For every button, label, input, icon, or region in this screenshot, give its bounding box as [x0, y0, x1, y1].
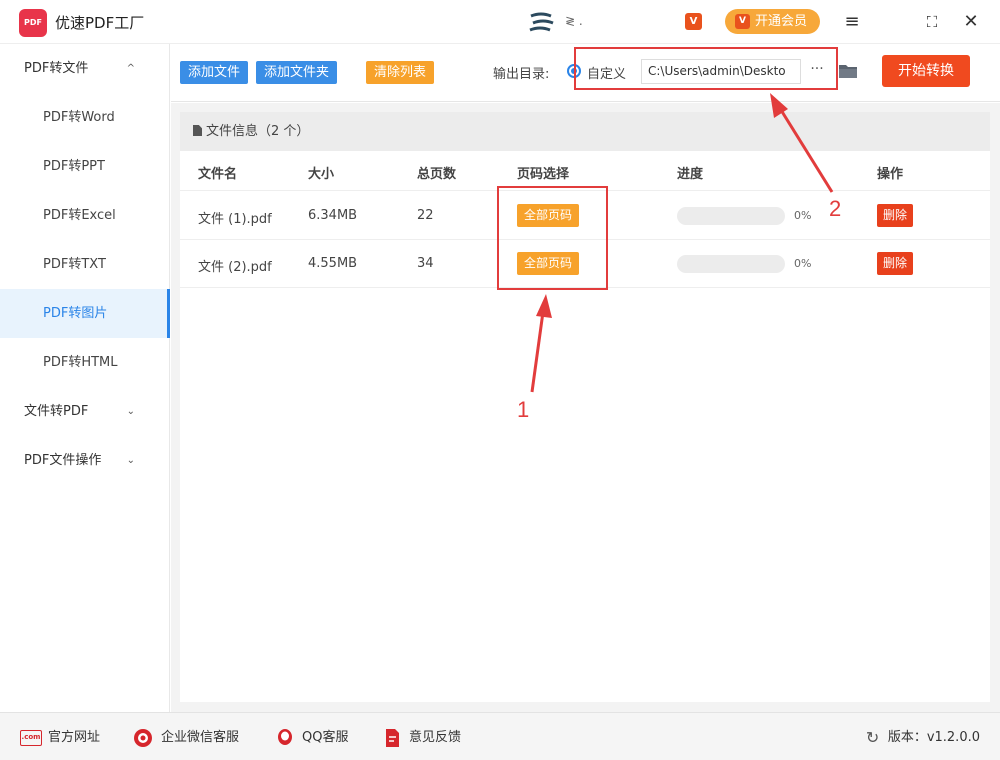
- column-header-page-select: 页码选择: [517, 167, 570, 182]
- sidebar-item-pdf-to-word[interactable]: PDF转Word: [0, 93, 169, 142]
- annotation-box-2: [574, 47, 838, 90]
- sidebar-item-pdf-to-txt[interactable]: PDF转TXT: [0, 240, 169, 289]
- sidebar-item-label: PDF转PPT: [43, 159, 105, 174]
- version-info: ↻ 版本：v1.2.0.0: [866, 728, 980, 748]
- wechat-support-label: 企业微信客服: [161, 730, 240, 745]
- feedback-link[interactable]: 意见反馈: [381, 728, 461, 748]
- file-info-header: 文件信息（2 个）: [180, 112, 990, 151]
- sidebar-group-label: PDF文件操作: [24, 453, 102, 468]
- file-pages: 22: [417, 208, 434, 223]
- sidebar-item-pdf-to-excel[interactable]: PDF转Excel: [0, 191, 169, 240]
- annotation-label-2: 2: [829, 196, 842, 221]
- output-dir-label: 输出目录:: [493, 67, 550, 82]
- progress-text: 0%: [794, 257, 812, 270]
- column-header-action: 操作: [877, 167, 904, 182]
- refresh-icon[interactable]: ↻: [866, 728, 879, 748]
- brand-logo-icon: [529, 12, 554, 32]
- sidebar-item-label: PDF转TXT: [43, 257, 106, 272]
- version-label: 版本：v1.2.0.0: [887, 730, 980, 745]
- sidebar-group-file-to-pdf[interactable]: 文件转PDF ⌄: [0, 387, 169, 436]
- qq-support-link[interactable]: QQ客服: [274, 728, 348, 748]
- official-website-label: 官方网址: [48, 730, 101, 745]
- clear-list-button[interactable]: 清除列表: [366, 61, 435, 84]
- progress-bar: [677, 255, 785, 273]
- feedback-icon: [386, 729, 399, 747]
- sidebar-item-label: PDF转Word: [43, 110, 115, 125]
- column-header-size: 大小: [308, 167, 335, 182]
- sidebar-item-pdf-to-image[interactable]: PDF转图片: [0, 289, 170, 338]
- sidebar-item-pdf-to-ppt[interactable]: PDF转PPT: [0, 142, 169, 191]
- sidebar-group-label: PDF转文件: [24, 61, 89, 76]
- close-icon[interactable]: ✕: [958, 9, 984, 35]
- website-icon: .com: [20, 730, 42, 746]
- sidebar-group-label: 文件转PDF: [24, 404, 89, 419]
- maximize-icon[interactable]: ⛶: [919, 9, 945, 35]
- file-size: 4.55MB: [308, 256, 358, 271]
- sidebar-item-label: PDF转HTML: [43, 355, 118, 370]
- open-membership-button[interactable]: V 开通会员: [725, 9, 820, 34]
- add-folder-button[interactable]: 添加文件夹: [256, 61, 338, 84]
- sidebar: PDF转文件 ^ PDF转Word PDF转PPT PDF转Excel PDF转…: [0, 44, 170, 712]
- column-header-filename: 文件名: [198, 167, 238, 182]
- app-title: 优速PDF工厂: [55, 14, 145, 32]
- chevron-down-icon: ⌄: [126, 455, 135, 466]
- file-name: 文件 (2).pdf: [198, 260, 272, 275]
- file-size: 6.34MB: [308, 208, 358, 223]
- chevron-up-icon: ^: [126, 63, 135, 74]
- vip-icon[interactable]: V: [685, 13, 702, 30]
- annotation-box-1: [497, 186, 608, 290]
- sidebar-item-label: PDF转图片: [43, 306, 108, 321]
- open-membership-label: 开通会员: [755, 14, 808, 29]
- vip-badge-icon: V: [735, 14, 750, 29]
- start-convert-button[interactable]: 开始转换: [882, 55, 970, 87]
- chevron-down-icon: ⌄: [126, 406, 135, 417]
- add-file-button[interactable]: 添加文件: [180, 61, 249, 84]
- wechat-support-link[interactable]: 企业微信客服: [133, 728, 239, 748]
- progress-bar: [677, 207, 785, 225]
- file-info-title: 文件信息（2 个）: [206, 124, 310, 139]
- file-name: 文件 (1).pdf: [198, 212, 272, 227]
- sidebar-group-pdf-operations[interactable]: PDF文件操作 ⌄: [0, 436, 169, 485]
- official-website-link[interactable]: .com 官方网址: [20, 728, 100, 748]
- delete-button[interactable]: 删除: [877, 204, 914, 227]
- sidebar-item-label: PDF转Excel: [43, 208, 116, 223]
- delete-button[interactable]: 删除: [877, 252, 914, 275]
- qq-support-label: QQ客服: [302, 730, 349, 745]
- feedback-label: 意见反馈: [409, 730, 462, 745]
- annotation-label-1: 1: [517, 397, 530, 422]
- menu-icon[interactable]: ≡: [839, 9, 865, 35]
- document-icon: [193, 125, 202, 136]
- sidebar-group-pdf-to-file[interactable]: PDF转文件 ^: [0, 44, 169, 93]
- sidebar-item-pdf-to-html[interactable]: PDF转HTML: [0, 338, 169, 387]
- app-logo: PDF: [19, 9, 47, 37]
- table-header: 文件名 大小 总页数 页码选择 进度 操作: [180, 151, 990, 191]
- qq-icon: [278, 729, 292, 745]
- progress-text: 0%: [794, 209, 812, 222]
- footer: .com 官方网址 企业微信客服 QQ客服 意见反馈 ↻ 版本：v1.2.0.0: [0, 712, 1000, 760]
- title-bar: PDF 优速PDF工厂 ≷ . V V 开通会员 ≡ ⛶ ✕: [0, 0, 1000, 44]
- brand-text: ≷ .: [565, 14, 583, 28]
- wechat-icon: [134, 729, 152, 747]
- file-pages: 34: [417, 256, 434, 271]
- column-header-progress: 进度: [677, 167, 704, 182]
- column-header-pages: 总页数: [417, 167, 457, 182]
- folder-icon[interactable]: [838, 62, 858, 80]
